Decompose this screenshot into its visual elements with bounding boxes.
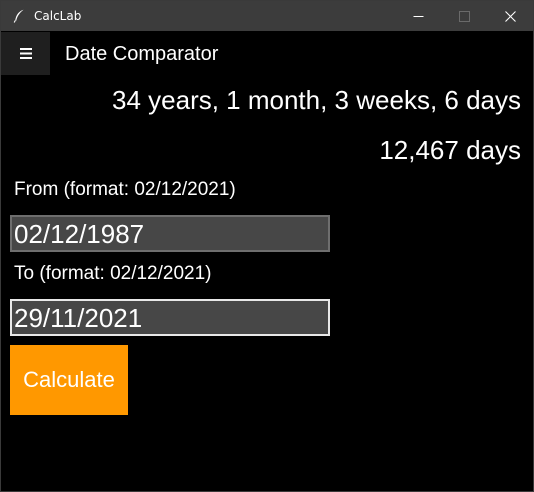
minimize-icon — [413, 15, 423, 17]
window-controls — [395, 1, 533, 31]
close-button[interactable] — [487, 1, 533, 31]
close-icon — [504, 10, 516, 22]
to-date-input[interactable] — [10, 299, 330, 336]
window-title: CalcLab — [34, 9, 82, 23]
minimize-button[interactable] — [395, 1, 441, 31]
maximize-button[interactable] — [441, 1, 487, 31]
result-total-days: 12,467 days — [379, 135, 521, 165]
menu-button[interactable] — [1, 32, 50, 75]
page-title: Date Comparator — [65, 43, 219, 65]
from-date-input[interactable] — [10, 215, 330, 252]
result-difference: 34 years, 1 month, 3 weeks, 6 days — [112, 85, 521, 115]
maximize-icon — [458, 10, 470, 22]
from-date-label: From (format: 02/12/2021) — [14, 179, 236, 200]
app-window: CalcLab Date Comparator 34 years, 1 mont… — [0, 0, 534, 492]
hamburger-menu-icon — [19, 48, 32, 59]
to-date-label: To (format: 02/12/2021) — [14, 263, 212, 284]
title-bar[interactable]: CalcLab — [1, 1, 533, 31]
calculate-button[interactable]: Calculate — [10, 345, 128, 415]
feather-icon — [12, 9, 26, 23]
